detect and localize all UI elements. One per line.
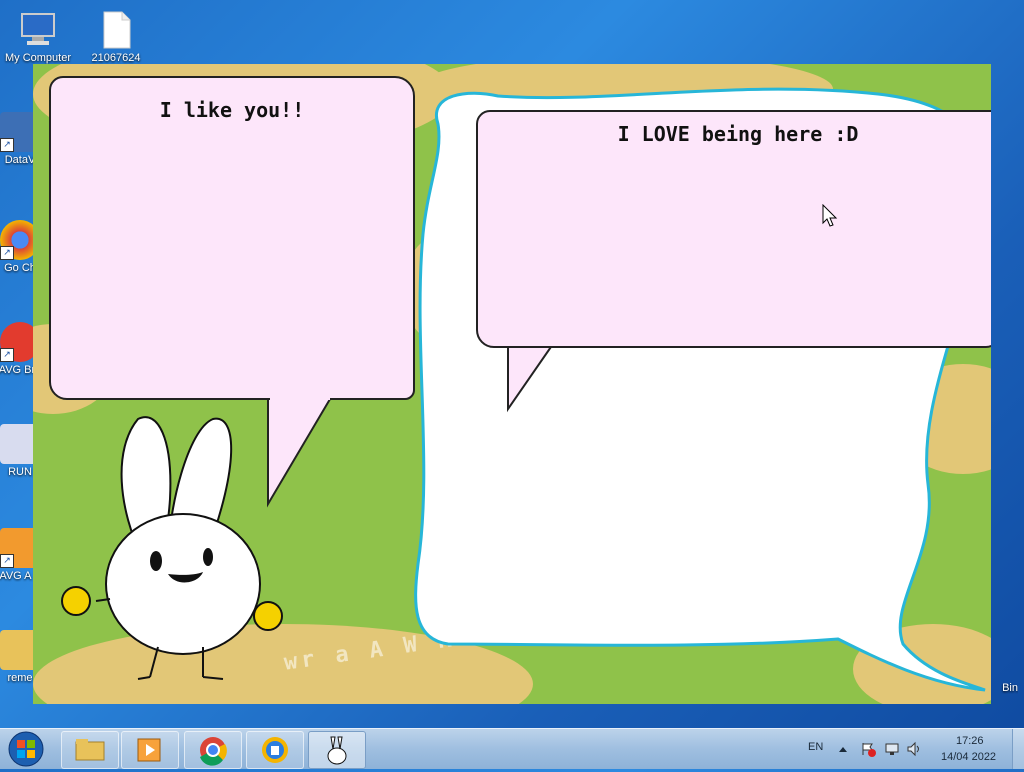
bunny-app-window[interactable]: wr a A W R I N I like you!! I LOVE being… bbox=[33, 64, 991, 704]
computer-icon bbox=[18, 10, 58, 50]
desktop-icon-file[interactable]: 21067624 bbox=[76, 10, 156, 64]
start-button[interactable] bbox=[4, 730, 48, 768]
clock-date[interactable]: 14/04 2022 bbox=[941, 751, 996, 763]
left-speech-bubble: I like you!! bbox=[49, 76, 415, 400]
bunny-app-icon bbox=[327, 736, 347, 765]
taskbar-bunny-app[interactable] bbox=[308, 731, 366, 769]
bunny-left-hand bbox=[61, 586, 91, 616]
media-player-icon bbox=[137, 738, 161, 762]
desktop-icon-label: 21067624 bbox=[91, 52, 141, 64]
desktop-icon-my-computer[interactable]: My Computer bbox=[0, 10, 78, 64]
right-speech-bubble: I LOVE being here :D bbox=[476, 110, 991, 348]
show-desktop-button[interactable] bbox=[1012, 729, 1024, 769]
left-bubble-text: I like you!! bbox=[159, 98, 305, 122]
desktop-icon-label: My Computer bbox=[4, 52, 72, 64]
language-indicator[interactable]: EN bbox=[808, 741, 823, 753]
action-center-flag-icon[interactable] bbox=[860, 741, 876, 757]
bunny-right-eye bbox=[203, 548, 213, 566]
taskbar: EN 17:26 14/04 2022 bbox=[0, 728, 1024, 769]
right-bubble-text: I LOVE being here :D bbox=[617, 122, 859, 146]
bunny-right-hand bbox=[253, 601, 283, 631]
show-hidden-icons-icon[interactable] bbox=[838, 745, 848, 753]
taskbar-avg-secure-browser[interactable] bbox=[246, 731, 304, 769]
volume-icon[interactable] bbox=[906, 741, 922, 757]
file-icon bbox=[96, 10, 136, 50]
file-explorer-icon bbox=[75, 739, 105, 761]
left-bubble-tail-cover bbox=[270, 394, 330, 400]
clock-time[interactable]: 17:26 bbox=[956, 735, 984, 747]
avg-secure-browser-icon bbox=[262, 737, 288, 763]
network-icon[interactable] bbox=[884, 741, 900, 757]
right-bubble-tail-cover bbox=[510, 340, 552, 346]
chrome-icon bbox=[200, 737, 227, 766]
bunny-left-eye bbox=[150, 551, 162, 571]
taskbar-chrome[interactable] bbox=[184, 731, 242, 769]
start-orb-icon bbox=[8, 731, 44, 767]
bunny-character[interactable] bbox=[58, 409, 293, 689]
taskbar-media-player[interactable] bbox=[121, 731, 179, 769]
taskbar-file-explorer[interactable] bbox=[61, 731, 119, 769]
mouse-cursor-icon bbox=[822, 204, 838, 227]
